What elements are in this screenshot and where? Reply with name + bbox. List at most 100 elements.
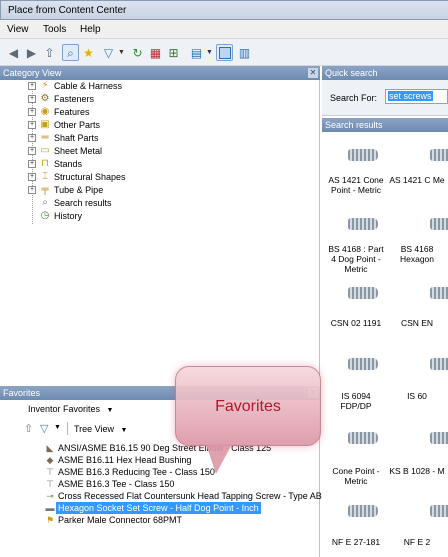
- views-icon[interactable]: ▤: [188, 44, 205, 61]
- favorite-item[interactable]: ⊸ Cross Recessed Flat Countersunk Head T…: [28, 490, 322, 502]
- tree-item-label: Search results: [54, 198, 112, 208]
- category-view-title: Category View: [3, 68, 62, 78]
- connector-part-icon: ⚑: [45, 515, 55, 525]
- result-item-label[interactable]: IS 6094 FDP/DP: [326, 391, 386, 411]
- filter-dropdown-icon[interactable]: ▼: [117, 44, 126, 61]
- result-item-label[interactable]: AS 1421 Cone Point - Metric: [326, 175, 386, 195]
- search-results-title: Search results: [325, 120, 383, 130]
- tree-item-label: Fasteners: [54, 94, 95, 104]
- views-dropdown-icon[interactable]: ▼: [205, 44, 214, 61]
- set-screw-thumbnail-icon[interactable]: [430, 149, 448, 161]
- set-screw-thumbnail-icon[interactable]: [348, 432, 378, 444]
- expand-icon[interactable]: +: [28, 147, 36, 155]
- result-item-label[interactable]: NF E 2: [386, 537, 448, 547]
- result-item-label[interactable]: IS 60: [386, 391, 448, 401]
- expand-icon[interactable]: +: [28, 82, 36, 90]
- favorite-item-label: ASME B16.11 Hex Head Bushing: [58, 455, 192, 465]
- expand-icon[interactable]: +: [28, 173, 36, 181]
- pipe-icon: ╤: [41, 184, 49, 195]
- window-title-bar: Place from Content Center: [0, 0, 448, 20]
- set-screw-thumbnail-icon[interactable]: [348, 358, 378, 370]
- callout-label: Favorites: [215, 398, 281, 415]
- result-item-label[interactable]: BS 4168 : Part 4 Dog Point - Metric: [326, 244, 386, 274]
- tee-part-icon: ⊤: [46, 467, 54, 477]
- quick-search-header: Quick search: [322, 66, 448, 80]
- tree-item-label: History: [54, 211, 83, 221]
- set-screw-thumbnail-icon[interactable]: [348, 505, 378, 517]
- result-item-label[interactable]: CSN 02 1191: [326, 318, 386, 328]
- feature-icon: ◉: [40, 106, 50, 117]
- favorite-item-label: Hexagon Socket Set Screw - Half Dog Poin…: [56, 502, 261, 514]
- window-title: Place from Content Center: [8, 5, 127, 16]
- menu-tools[interactable]: Tools: [43, 24, 66, 35]
- result-item-label[interactable]: AS 1421 C Me: [386, 175, 448, 185]
- sheet-icon: ▭: [40, 145, 50, 156]
- favorite-item[interactable]: ◆ ASME B16.11 Hex Head Bushing: [28, 454, 318, 466]
- bushing-part-icon: ◆: [46, 455, 54, 465]
- filter-dropdown-icon[interactable]: ▼: [54, 424, 61, 431]
- result-item-label[interactable]: Cone Point - Metric: [326, 466, 386, 486]
- set-screw-thumbnail-icon[interactable]: [348, 287, 378, 299]
- back-icon[interactable]: ◀: [5, 44, 22, 61]
- filter-icon[interactable]: ▽: [100, 44, 117, 61]
- result-item-label[interactable]: KS B 1028 - M: [386, 466, 448, 476]
- set-screw-thumbnail-icon[interactable]: [430, 358, 448, 370]
- set-screw-thumbnail-icon[interactable]: [348, 149, 378, 161]
- forward-icon[interactable]: ▶: [23, 44, 40, 61]
- favorite-item[interactable]: ⊤ ASME B16.3 Tee - Class 150: [28, 478, 318, 490]
- tree-item-label: Shaft Parts: [54, 133, 99, 143]
- close-icon[interactable]: ✕: [308, 68, 318, 78]
- tree-item-label: Cable & Harness: [54, 81, 123, 91]
- favorite-item-selected[interactable]: ▬ Hexagon Socket Set Screw - Half Dog Po…: [28, 502, 318, 514]
- set-screw-thumbnail-icon[interactable]: [430, 218, 448, 230]
- search-input-value: set screws: [388, 91, 433, 101]
- set-screw-thumbnail-icon[interactable]: [430, 287, 448, 299]
- bolt-icon: ⚙: [40, 93, 50, 104]
- table-view-icon[interactable]: ▦: [147, 44, 164, 61]
- toolbar: ◀ ▶ ⇧ ⌕ ★ ▽ ▼ ↻ ▦ ⊞ ▤ ▼ ▥: [0, 39, 448, 66]
- expand-icon[interactable]: +: [28, 108, 36, 116]
- expand-icon[interactable]: +: [28, 186, 36, 194]
- up-folder-icon[interactable]: ⇧: [41, 44, 58, 61]
- chevron-down-icon: ▼: [120, 427, 128, 434]
- tree-view-toggle[interactable]: Tree View ▼: [74, 424, 127, 434]
- favorite-item-label: ASME B16.3 Tee - Class 150: [58, 479, 175, 489]
- expand-icon[interactable]: +: [28, 160, 36, 168]
- tree-item-label: Sheet Metal: [54, 146, 103, 156]
- up-folder-icon[interactable]: ⇧: [24, 422, 33, 435]
- expand-icon[interactable]: +: [28, 134, 36, 142]
- result-item-label[interactable]: CSN EN: [386, 318, 448, 328]
- favorite-item[interactable]: ⚑ Parker Male Connector 68PMT: [28, 514, 318, 526]
- favorites-dropdown[interactable]: Inventor Favorites ▼: [28, 404, 113, 414]
- callout-balloon-tail: [206, 444, 232, 474]
- search-for-label: Search For:: [330, 93, 378, 103]
- search-results-header: Search results: [322, 118, 448, 132]
- search-input[interactable]: set screws: [385, 89, 448, 104]
- favorites-star-icon[interactable]: ★: [80, 44, 97, 61]
- quick-search-title: Quick search: [325, 68, 378, 78]
- result-item-label[interactable]: BS 4168 Hexagon: [386, 244, 448, 264]
- screw-part-icon: ⊸: [46, 491, 54, 501]
- favorite-item-label: Cross Recessed Flat Countersunk Head Tap…: [58, 491, 322, 501]
- expand-icon[interactable]: +: [28, 121, 36, 129]
- expand-icon[interactable]: +: [28, 95, 36, 103]
- set-screw-thumbnail-icon[interactable]: [348, 218, 378, 230]
- favorite-item[interactable]: ⊤ ASME B16.3 Reducing Tee - Class 150: [28, 466, 318, 478]
- search-icon[interactable]: ⌕: [62, 44, 79, 61]
- tree-item-label: Tube & Pipe: [54, 185, 104, 195]
- tree-view-icon[interactable]: ⊞: [165, 44, 182, 61]
- refresh-icon[interactable]: ↻: [129, 44, 146, 61]
- cable-icon: ⚡: [41, 80, 49, 91]
- favorites-title: Favorites: [3, 388, 41, 398]
- cube-icon: ▣: [40, 119, 50, 130]
- elbow-part-icon: ◣: [46, 443, 54, 453]
- set-screw-thumbnail-icon[interactable]: [430, 505, 448, 517]
- set-screw-thumbnail-icon[interactable]: [430, 432, 448, 444]
- menu-view[interactable]: View: [7, 24, 29, 35]
- menu-help[interactable]: Help: [80, 24, 101, 35]
- result-item-label[interactable]: NF E 27-181: [326, 537, 386, 547]
- filter-icon[interactable]: ▽: [40, 422, 48, 435]
- favorite-item-label: ASME B16.3 Reducing Tee - Class 150: [58, 467, 215, 477]
- list-view-icon[interactable]: ▥: [236, 44, 253, 61]
- large-icons-view-icon[interactable]: [216, 44, 233, 61]
